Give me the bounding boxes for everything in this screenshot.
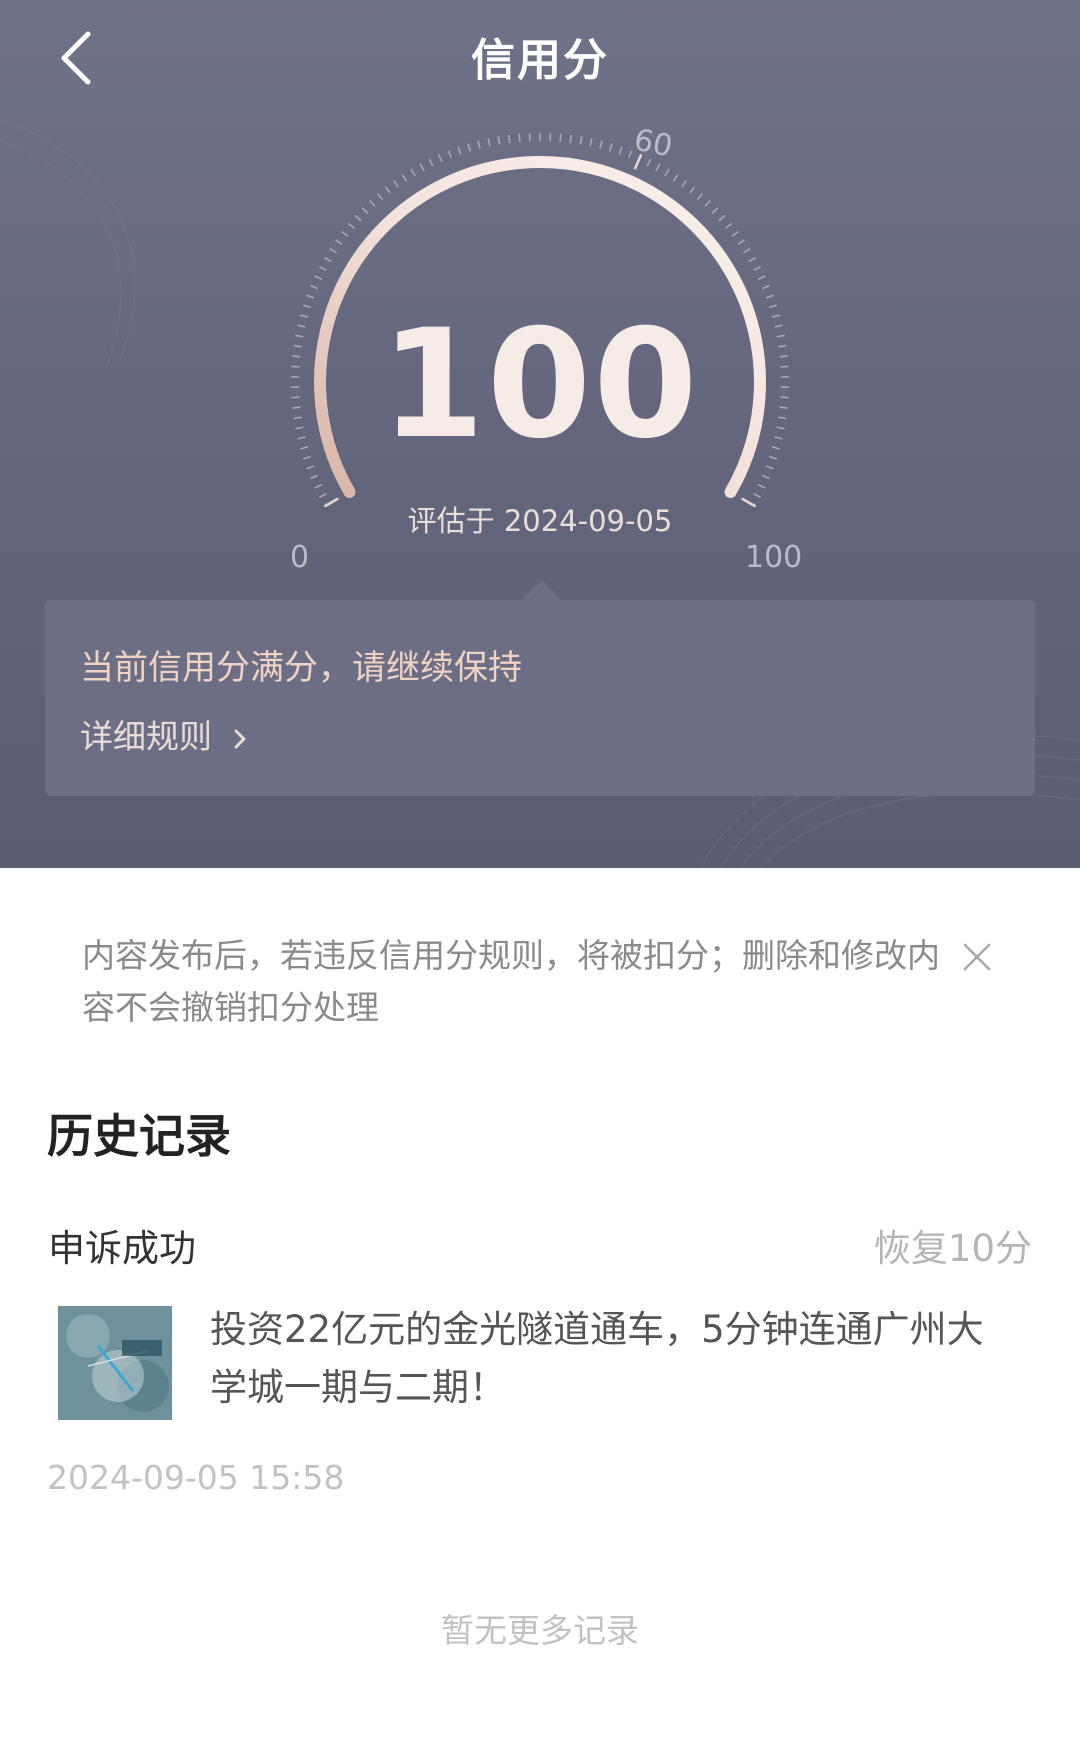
record-status: 申诉成功 bbox=[48, 1227, 196, 1270]
gauge-minor-tick bbox=[761, 474, 770, 480]
gauge-minor-tick bbox=[329, 247, 337, 254]
gauge-minor-tick bbox=[569, 134, 573, 143]
gauge-minor-tick bbox=[419, 163, 425, 172]
gauge-minor-tick bbox=[477, 140, 481, 149]
gauge-min-label: 0 bbox=[290, 540, 310, 575]
gauge-minor-tick bbox=[689, 186, 696, 194]
gauge-minor-tick bbox=[318, 492, 327, 499]
gauge-minor-tick bbox=[696, 192, 704, 201]
close-notice-button[interactable] bbox=[955, 935, 999, 979]
gauge-minor-tick bbox=[341, 230, 349, 237]
gauge-minor-tick bbox=[361, 207, 369, 214]
gauge-minor-tick bbox=[497, 136, 501, 145]
gauge-minor-tick bbox=[737, 239, 745, 246]
gauge-minor-tick bbox=[743, 247, 751, 254]
gauge-minor-tick bbox=[757, 275, 766, 281]
gauge-minor-tick bbox=[306, 294, 315, 299]
record-content-title: 投资22亿元的金光隧道通车，5分钟连通广州大学城一期与二期！ bbox=[210, 1308, 984, 1409]
record-score-change: 恢复10分 bbox=[873, 1227, 1032, 1270]
gauge-minor-tick bbox=[323, 256, 332, 263]
gauge-minor-tick bbox=[314, 275, 323, 281]
gauge-minor-tick bbox=[761, 284, 770, 290]
gauge-minor-tick bbox=[757, 483, 766, 489]
gauge-max-label: 100 bbox=[745, 540, 803, 575]
gauge-minor-tick bbox=[579, 136, 583, 145]
deduction-notice: 内容发布后，若违反信用分规则，将被扣分；删除和修改内容不会撤销扣分处理 bbox=[82, 936, 940, 1027]
status-message: 当前信用分满分，请继续保持 bbox=[80, 648, 522, 688]
gauge-minor-tick bbox=[599, 140, 603, 149]
post-thumbnail bbox=[58, 1306, 172, 1420]
gauge-minor-tick bbox=[664, 168, 670, 177]
gauge-minor-tick bbox=[335, 239, 343, 246]
gauge-minor-tick bbox=[310, 474, 319, 480]
record-content-item[interactable]: 投资22亿元的金光隧道通车，5分钟连通广州大学城一期与二期！ bbox=[48, 1296, 1032, 1426]
gauge-minor-tick bbox=[711, 207, 719, 214]
gauge-minor-tick bbox=[681, 180, 688, 188]
gauge-minor-tick bbox=[753, 265, 762, 272]
card-pointer bbox=[522, 580, 562, 600]
gauge-minor-tick bbox=[731, 230, 739, 237]
gauge-minor-tick bbox=[368, 199, 376, 207]
record-timestamp: 2024-09-05 15:58 bbox=[47, 1458, 345, 1497]
gauge-mid-label: 60 bbox=[630, 122, 676, 165]
rules-link[interactable]: 详细规则 bbox=[80, 710, 247, 758]
gauge-minor-tick bbox=[437, 154, 443, 163]
credit-score-header: 信用分 0 60 100 100 评估于 2024-09-05 当前信用分满分，… bbox=[0, 0, 1080, 868]
gauge-minor-tick bbox=[518, 133, 521, 142]
gauge-minor-tick bbox=[457, 146, 462, 155]
gauge-minor-tick bbox=[589, 138, 593, 147]
gauge-minor-tick bbox=[718, 214, 726, 222]
gauge-minor-tick bbox=[748, 256, 757, 263]
gauge-minor-tick bbox=[672, 174, 679, 182]
gauge-minor-tick bbox=[467, 143, 472, 152]
gauge-minor-tick bbox=[608, 143, 613, 152]
gauge-minor-tick bbox=[354, 214, 362, 222]
status-card: 当前信用分满分，请继续保持 详细规则 bbox=[45, 600, 1035, 796]
gauge-minor-tick bbox=[401, 174, 408, 182]
gauge-minor-tick bbox=[410, 168, 416, 177]
gauge-minor-tick bbox=[487, 138, 491, 147]
gauge-minor-tick bbox=[347, 222, 355, 229]
gauge-minor-tick bbox=[314, 483, 323, 489]
gauge-minor-tick bbox=[318, 265, 327, 272]
rules-link-label: 详细规则 bbox=[80, 717, 212, 756]
gauge-minor-tick bbox=[725, 222, 733, 229]
gauge-minor-tick bbox=[428, 158, 434, 167]
page-title: 信用分 bbox=[471, 35, 609, 86]
gauge-minor-tick bbox=[753, 492, 762, 499]
gauge-minor-tick bbox=[704, 199, 712, 207]
gauge-minor-tick bbox=[384, 186, 391, 194]
close-icon bbox=[963, 943, 991, 971]
chevron-right-icon bbox=[233, 719, 247, 758]
gauge-minor-tick bbox=[618, 146, 623, 155]
gauge-minor-tick bbox=[310, 284, 319, 290]
gauge-minor-tick bbox=[507, 134, 511, 143]
history-title: 历史记录 bbox=[47, 1109, 231, 1163]
gauge-minor-tick bbox=[376, 192, 384, 201]
gauge-minor-tick bbox=[765, 294, 774, 299]
evaluation-date: 评估于 2024-09-05 bbox=[407, 504, 673, 538]
gauge-minor-tick bbox=[655, 163, 661, 172]
gauge-minor-tick bbox=[392, 180, 399, 188]
credit-score-value: 100 bbox=[380, 298, 700, 472]
no-more-records: 暂无更多记录 bbox=[441, 1611, 639, 1650]
gauge-minor-tick bbox=[559, 133, 562, 142]
gauge-minor-tick bbox=[447, 150, 453, 159]
credit-score-page: 信用分 0 60 100 100 评估于 2024-09-05 当前信用分满分，… bbox=[0, 0, 1080, 1756]
